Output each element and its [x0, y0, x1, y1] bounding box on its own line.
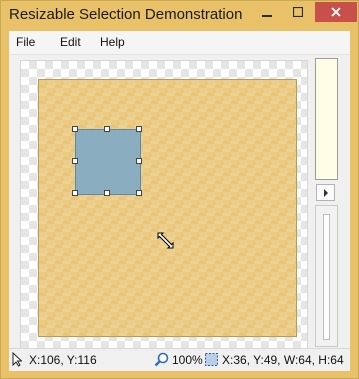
diagonal-resize-cursor-icon — [157, 232, 174, 249]
selection-rectangle[interactable] — [75, 129, 141, 195]
minimize-button[interactable] — [253, 2, 281, 22]
resize-handle-left[interactable] — [72, 158, 78, 164]
maximize-icon — [293, 7, 303, 17]
client-area: File Edit Help — [9, 31, 350, 370]
resize-handle-top[interactable] — [104, 126, 110, 132]
selection-icon — [205, 353, 218, 366]
image-area[interactable] — [38, 79, 297, 337]
close-button[interactable] — [315, 2, 357, 22]
vertical-slider[interactable] — [323, 214, 330, 340]
resize-handle-bottom-left[interactable] — [72, 190, 78, 196]
resize-handle-top-left[interactable] — [72, 126, 78, 132]
selection-info: X:36, Y:49, W:64, H:64 — [222, 353, 344, 367]
resize-handle-bottom-right[interactable] — [136, 190, 142, 196]
menu-edit[interactable]: Edit — [60, 35, 81, 49]
slider-panel — [315, 205, 338, 347]
resize-handle-top-right[interactable] — [136, 126, 142, 132]
drawing-canvas[interactable] — [20, 60, 308, 350]
right-panel — [315, 58, 338, 347]
color-swatch[interactable] — [315, 58, 338, 180]
zoom-magnifier-icon — [154, 352, 169, 367]
panel-arrow-button[interactable] — [316, 184, 335, 201]
title-bar[interactable]: Resizable Selection Demonstration — [1, 1, 358, 31]
pointer-icon — [12, 352, 22, 367]
resize-handle-bottom[interactable] — [104, 190, 110, 196]
status-bar: X:106, Y:116 100% X:36, Y:49, W:64, H:64 — [9, 348, 350, 371]
triangle-right-icon — [323, 188, 328, 197]
menu-help[interactable]: Help — [100, 35, 125, 49]
app-window: Resizable Selection Demonstration File E… — [0, 0, 359, 379]
menu-bar: File Edit Help — [9, 31, 350, 55]
menu-file[interactable]: File — [16, 35, 35, 49]
minimize-icon — [262, 15, 272, 17]
cursor-position: X:106, Y:116 — [29, 353, 97, 367]
zoom-level: 100% — [172, 353, 203, 367]
resize-handle-right[interactable] — [136, 158, 142, 164]
close-icon — [331, 7, 341, 17]
maximize-button[interactable] — [284, 2, 312, 22]
window-title: Resizable Selection Demonstration — [9, 6, 243, 23]
